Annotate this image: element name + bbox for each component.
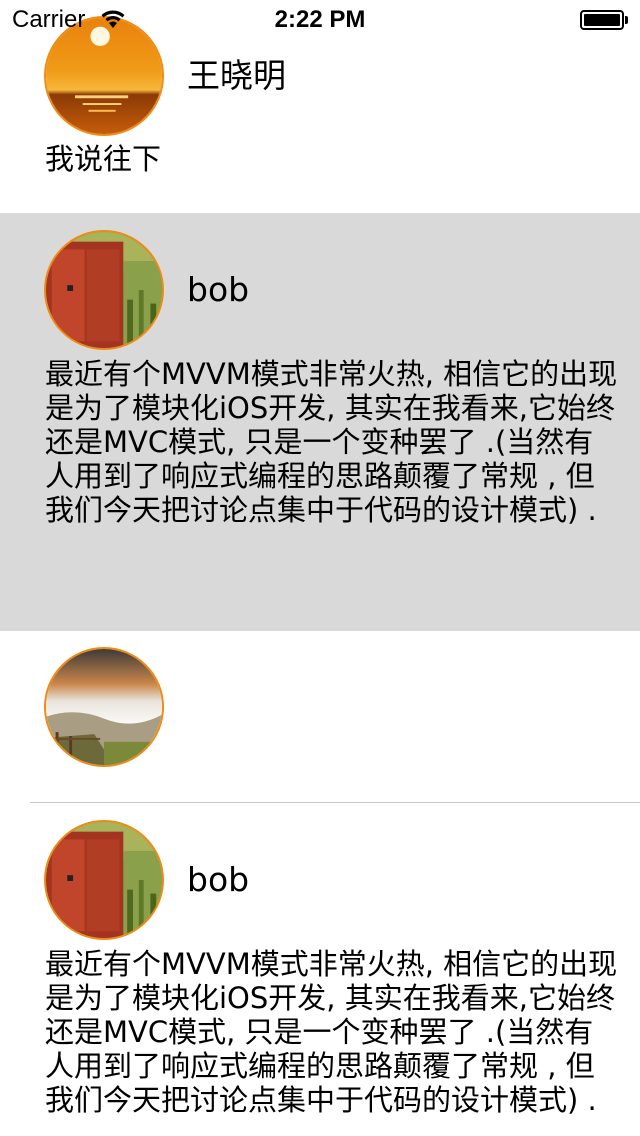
- username: bob: [187, 860, 250, 899]
- post-text: 我说往下: [45, 142, 162, 176]
- red-door-avatar[interactable]: [44, 230, 164, 350]
- mountain-mist-avatar[interactable]: [44, 647, 164, 767]
- red-door-avatar[interactable]: [44, 820, 164, 940]
- clock: 2:22 PM: [274, 6, 366, 33]
- status-bar: Carrier 2:22 PM: [0, 0, 640, 40]
- feed-row[interactable]: bob 最近有个MVVM模式非常火热, 相信它的出现是为了模块化iOS开发, 其…: [0, 803, 640, 1136]
- post-text: 最近有个MVVM模式非常火热, 相信它的出现是为了模块化iOS开发, 其实在我看…: [45, 357, 618, 527]
- post-text: 最近有个MVVM模式非常火热, 相信它的出现是为了模块化iOS开发, 其实在我看…: [45, 947, 618, 1117]
- username: 王晓明: [187, 56, 286, 95]
- battery-icon: [580, 10, 624, 30]
- feed-row[interactable]: [0, 631, 640, 803]
- feed-row-selected[interactable]: bob 最近有个MVVM模式非常火热, 相信它的出现是为了模块化iOS开发, 其…: [0, 213, 640, 631]
- username: bob: [187, 270, 250, 309]
